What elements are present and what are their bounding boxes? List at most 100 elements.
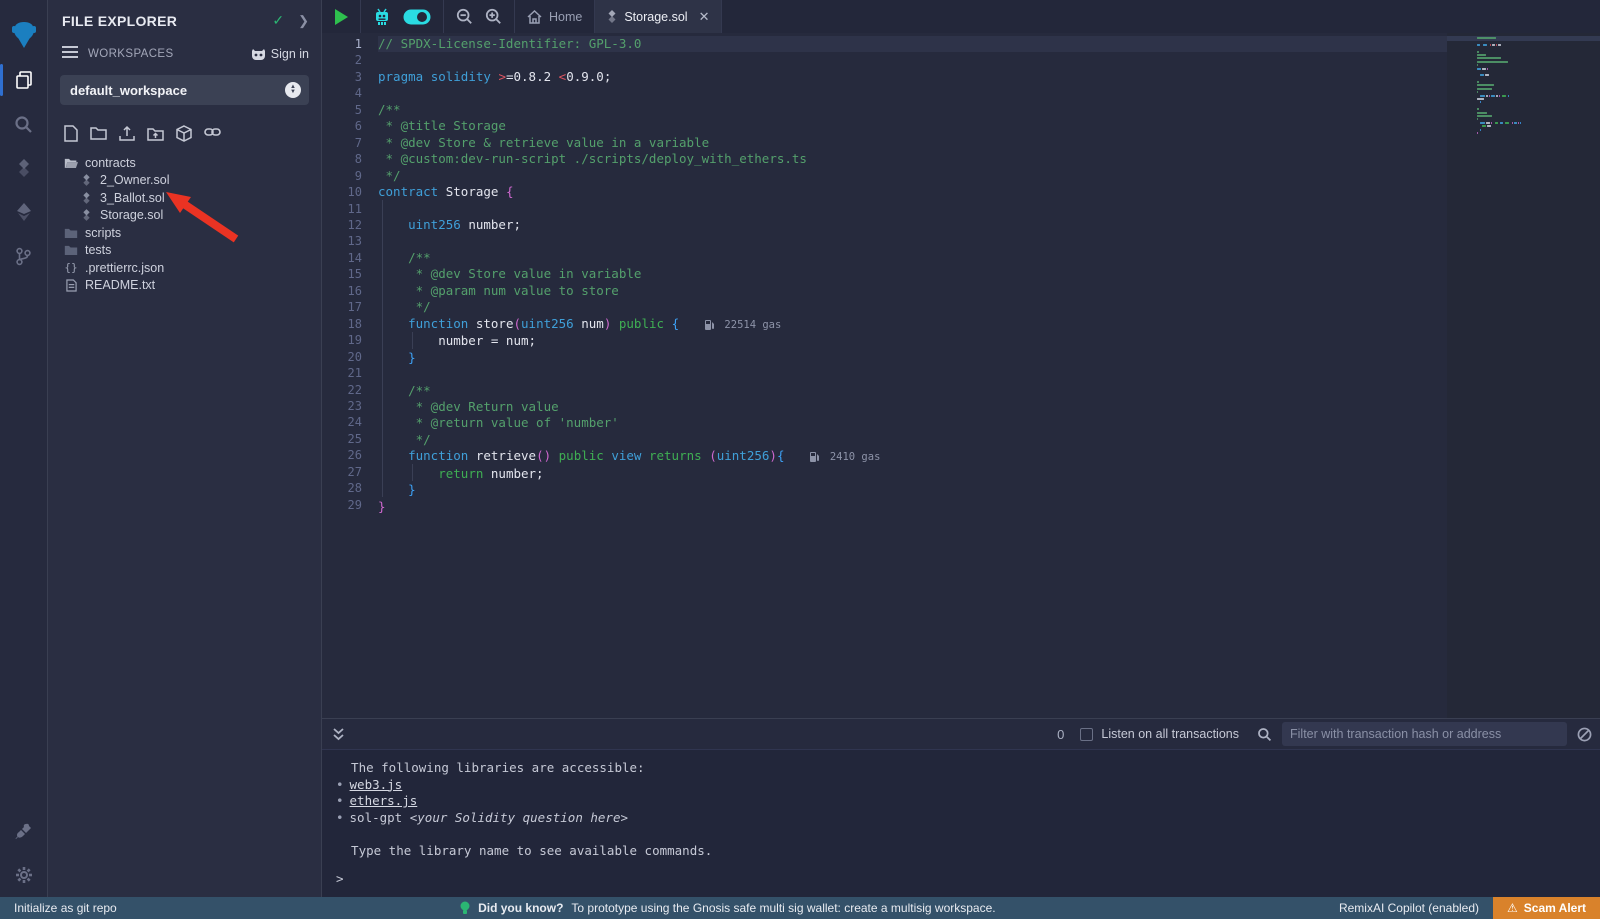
- code-line-27: return number;: [378, 466, 1447, 482]
- github-icon: [251, 48, 266, 61]
- link-icon[interactable]: [204, 125, 221, 142]
- code-line-29: }: [378, 499, 1447, 515]
- editor-code-area: // SPDX-License-Identifier: GPL-3.0 prag…: [378, 33, 1447, 718]
- copilot-toggle-on[interactable]: [403, 9, 431, 25]
- code-line-20: }: [378, 350, 1447, 366]
- code-line-8: * @custom:dev-run-script ./scripts/deplo…: [378, 151, 1447, 167]
- folder-icon: [64, 244, 78, 256]
- code-editor[interactable]: 1234567891011121314151617181920212223242…: [322, 33, 1600, 718]
- code-line-7: * @dev Store & retrieve value in a varia…: [378, 135, 1447, 151]
- new-file-icon[interactable]: [64, 125, 78, 142]
- solidity-file-icon: [607, 10, 617, 23]
- tab-storage-sol[interactable]: Storage.sol ✕: [595, 0, 722, 33]
- terminal-line: •sol-gpt <your Solidity question here>: [336, 810, 1600, 827]
- folder-open-icon: [64, 157, 78, 169]
- terminal-output[interactable]: The following libraries are accessible:•…: [322, 750, 1600, 897]
- remix-ide-app: FILE EXPLORER ✓ ❯ WORKSPACES Sign in: [0, 0, 1600, 919]
- scam-alert-button[interactable]: ⚠ Scam Alert: [1493, 897, 1600, 919]
- check-icon: ✓: [272, 12, 284, 29]
- terminal-line: Type the library name to see available c…: [336, 843, 1600, 860]
- tree-item--prettierrc-json[interactable]: {} .prettierrc.json: [48, 259, 321, 277]
- collapse-terminal-icon[interactable]: [332, 727, 345, 741]
- tree-item-readme-txt[interactable]: README.txt: [48, 277, 321, 295]
- listen-all-transactions-checkbox[interactable]: [1080, 728, 1093, 741]
- braces-icon: {}: [64, 261, 78, 274]
- git-init-button[interactable]: Initialize as git repo: [0, 901, 131, 915]
- terminal-panel: 0 Listen on all transactions The followi…: [322, 718, 1600, 897]
- sidebar-item-deploy-run[interactable]: [0, 190, 48, 234]
- code-line-28: }: [378, 482, 1447, 498]
- gas-estimate-badge: 22514 gas: [705, 319, 781, 331]
- upload-folder-icon[interactable]: [147, 125, 164, 142]
- file-icon: [64, 279, 78, 292]
- terminal-link-ethers-js[interactable]: ethers.js: [350, 793, 418, 808]
- panel-title: FILE EXPLORER: [62, 13, 272, 29]
- code-line-15: * @dev Store value in variable: [378, 266, 1447, 282]
- code-line-14: /**: [378, 250, 1447, 266]
- sidebar-item-solidity-compiler[interactable]: [0, 146, 48, 190]
- tree-item-label: contracts: [85, 156, 136, 170]
- terminal-search-icon[interactable]: [1257, 727, 1272, 742]
- solidity-file-icon: [79, 209, 93, 221]
- file-explorer-toolbar: [48, 115, 321, 150]
- listen-all-transactions-label: Listen on all transactions: [1101, 727, 1239, 741]
- tree-item-3-ballot-sol[interactable]: 3_Ballot.sol: [48, 189, 321, 207]
- remix-logo[interactable]: [0, 8, 48, 58]
- sign-in-button[interactable]: Sign in: [251, 47, 309, 61]
- code-line-4: [378, 85, 1447, 101]
- tree-item-scripts[interactable]: scripts: [48, 224, 321, 242]
- tree-item-2-owner-sol[interactable]: 2_Owner.sol: [48, 172, 321, 190]
- terminal-prompt[interactable]: >: [336, 871, 344, 888]
- workspace-selector[interactable]: default_workspace ▲▼: [60, 75, 309, 105]
- hamburger-menu-icon[interactable]: [62, 45, 78, 63]
- new-folder-icon[interactable]: [90, 125, 107, 142]
- warning-icon: ⚠: [1507, 901, 1518, 915]
- code-line-24: * @return value of 'number': [378, 415, 1447, 431]
- code-line-16: * @param num value to store: [378, 283, 1447, 299]
- sidebar-item-search[interactable]: [0, 102, 48, 146]
- home-icon: [527, 10, 542, 24]
- editor-minimap[interactable]: [1447, 33, 1600, 718]
- sidebar-item-file-explorer[interactable]: [0, 58, 48, 102]
- workspace-selected-value: default_workspace: [70, 83, 285, 98]
- chevron-right-icon[interactable]: ❯: [298, 13, 309, 29]
- tree-item-tests[interactable]: tests: [48, 242, 321, 260]
- folder-icon: [64, 227, 78, 239]
- sidebar-item-git[interactable]: [0, 234, 48, 278]
- icon-sidebar: [0, 0, 48, 897]
- tree-item-label: .prettierrc.json: [85, 261, 164, 275]
- file-explorer-panel: FILE EXPLORER ✓ ❯ WORKSPACES Sign in: [48, 0, 322, 897]
- sidebar-item-settings[interactable]: [0, 853, 48, 897]
- copilot-status[interactable]: RemixAI Copilot (enabled): [1325, 901, 1493, 915]
- zoom-out-icon[interactable]: [456, 8, 473, 25]
- editor-tabbar: Home Storage.sol ✕: [322, 0, 1600, 33]
- zoom-in-icon[interactable]: [485, 8, 502, 25]
- file-tree: contracts 2_Owner.sol 3_Ballot.sol Storage.…: [48, 150, 321, 294]
- terminal-link-web3-js[interactable]: web3.js: [350, 777, 403, 792]
- workspaces-label: WORKSPACES: [88, 48, 251, 60]
- terminal-line: [336, 826, 1600, 843]
- run-script-button[interactable]: [334, 9, 348, 25]
- code-line-6: * @title Storage: [378, 118, 1447, 134]
- code-line-1: // SPDX-License-Identifier: GPL-3.0: [378, 36, 1447, 52]
- tree-item-label: 3_Ballot.sol: [100, 191, 165, 205]
- code-line-13: [378, 233, 1447, 249]
- ai-copilot-robot-icon[interactable]: [373, 8, 391, 25]
- solidity-file-icon: [79, 192, 93, 204]
- code-line-26: function retrieve() public view returns …: [378, 448, 1447, 465]
- upload-file-icon[interactable]: [119, 125, 135, 142]
- tree-item-contracts[interactable]: contracts: [48, 154, 321, 172]
- close-tab-icon[interactable]: ✕: [699, 9, 710, 25]
- code-line-23: * @dev Return value: [378, 399, 1447, 415]
- tree-item-storage-sol[interactable]: Storage.sol: [48, 207, 321, 225]
- code-line-12: uint256 number;: [378, 217, 1447, 233]
- code-line-3: pragma solidity >=0.8.2 <0.9.0;: [378, 69, 1447, 85]
- tab-home[interactable]: Home: [515, 0, 595, 33]
- lightbulb-icon: [460, 901, 470, 915]
- tree-item-label: tests: [85, 243, 111, 257]
- ipfs-box-icon[interactable]: [176, 125, 192, 142]
- clear-console-icon[interactable]: [1577, 727, 1592, 742]
- sidebar-item-plugin-manager[interactable]: [0, 809, 48, 853]
- tree-item-label: 2_Owner.sol: [100, 173, 169, 187]
- transaction-filter-input[interactable]: [1282, 722, 1567, 746]
